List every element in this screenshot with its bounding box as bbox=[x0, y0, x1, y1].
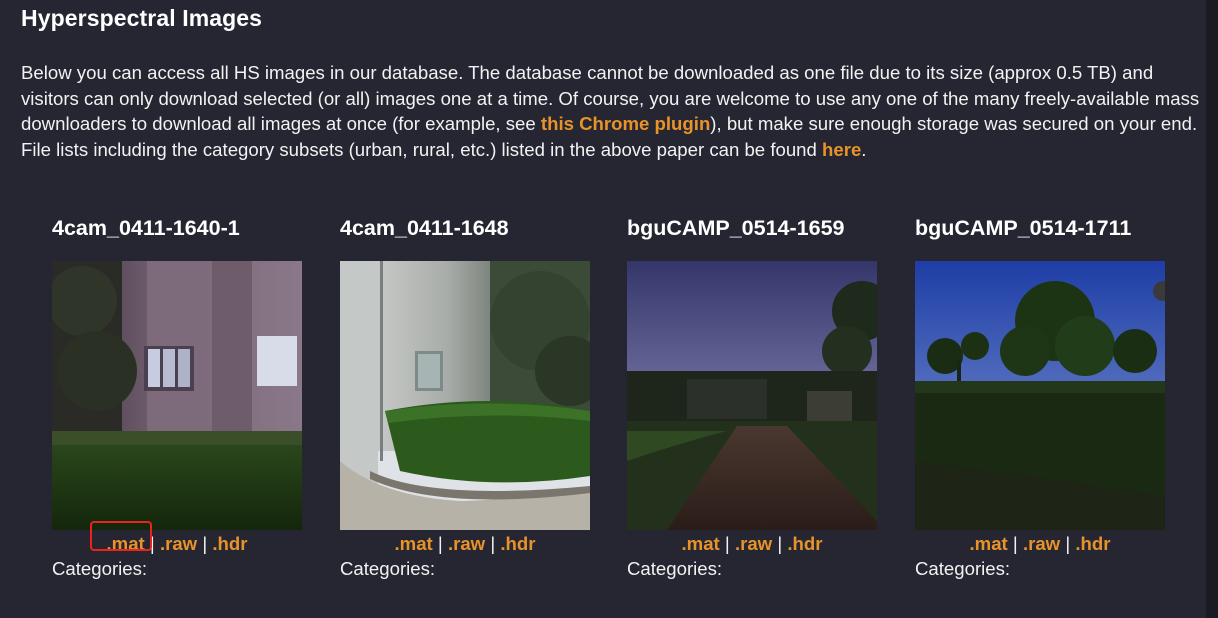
hdr-download-link[interactable]: .hdr bbox=[787, 533, 822, 554]
link-separator: | bbox=[1012, 533, 1018, 554]
link-separator: | bbox=[202, 533, 208, 554]
image-card: bguCAMP_0514-1659 .mat | .raw | .hdr Cat… bbox=[627, 214, 883, 579]
scrollbar[interactable] bbox=[1206, 0, 1218, 618]
download-links: .mat | .raw | .hdr bbox=[340, 532, 590, 556]
raw-download-link[interactable]: .raw bbox=[1023, 533, 1060, 554]
mat-download-link[interactable]: .mat bbox=[970, 533, 1008, 554]
image-card: 4cam_0411-1640-1 .mat | .raw | .hdr Cate… bbox=[52, 214, 308, 579]
image-thumbnail[interactable] bbox=[915, 261, 1165, 530]
mat-download-link[interactable]: .mat bbox=[107, 533, 145, 554]
categories-label: Categories: bbox=[627, 558, 723, 579]
categories-label: Categories: bbox=[915, 558, 1011, 579]
categories-label: Categories: bbox=[52, 558, 148, 579]
dusk-road-photo bbox=[627, 261, 877, 530]
link-separator: | bbox=[1065, 533, 1071, 554]
categories-label: Categories: bbox=[340, 558, 436, 579]
image-title: bguCAMP_0514-1711 bbox=[915, 216, 1132, 240]
trees-sky-photo bbox=[915, 261, 1165, 530]
intro-text-3: . bbox=[861, 138, 867, 160]
link-separator: | bbox=[149, 533, 155, 554]
mat-download-link[interactable]: .mat bbox=[395, 533, 433, 554]
content-panel: Hyperspectral Images Below you can acces… bbox=[0, 0, 1207, 618]
hdr-download-link[interactable]: .hdr bbox=[1075, 533, 1110, 554]
image-title: 4cam_0411-1640-1 bbox=[52, 216, 240, 240]
image-title: bguCAMP_0514-1659 bbox=[627, 216, 845, 240]
link-separator: | bbox=[490, 533, 496, 554]
raw-download-link[interactable]: .raw bbox=[448, 533, 485, 554]
page-title: Hyperspectral Images bbox=[21, 5, 263, 31]
raw-download-link[interactable]: .raw bbox=[735, 533, 772, 554]
link-separator: | bbox=[437, 533, 443, 554]
image-thumbnail[interactable] bbox=[52, 261, 302, 530]
hdr-download-link[interactable]: .hdr bbox=[212, 533, 247, 554]
hdr-download-link[interactable]: .hdr bbox=[500, 533, 535, 554]
link-separator: | bbox=[724, 533, 730, 554]
image-card: 4cam_0411-1648 .mat | .raw | .hdr Catego… bbox=[340, 214, 596, 579]
download-links: .mat | .raw | .hdr bbox=[627, 532, 877, 556]
raw-download-link[interactable]: .raw bbox=[160, 533, 197, 554]
image-card: bguCAMP_0514-1711 .mat | .raw | .hdr Cat… bbox=[915, 214, 1171, 579]
download-links: .mat | .raw | .hdr bbox=[52, 532, 302, 556]
link-separator: | bbox=[777, 533, 783, 554]
mat-download-link[interactable]: .mat bbox=[682, 533, 720, 554]
building-photo bbox=[52, 261, 302, 530]
download-links: .mat | .raw | .hdr bbox=[915, 532, 1165, 556]
image-thumbnail[interactable] bbox=[340, 261, 590, 530]
hedge-building-photo bbox=[340, 261, 590, 530]
file-lists-link[interactable]: here bbox=[822, 139, 861, 160]
image-title: 4cam_0411-1648 bbox=[340, 216, 509, 240]
chrome-plugin-link[interactable]: this Chrome plugin bbox=[541, 113, 710, 134]
intro-paragraph: Below you can access all HS images in ou… bbox=[21, 60, 1201, 162]
image-thumbnail[interactable] bbox=[627, 261, 877, 530]
